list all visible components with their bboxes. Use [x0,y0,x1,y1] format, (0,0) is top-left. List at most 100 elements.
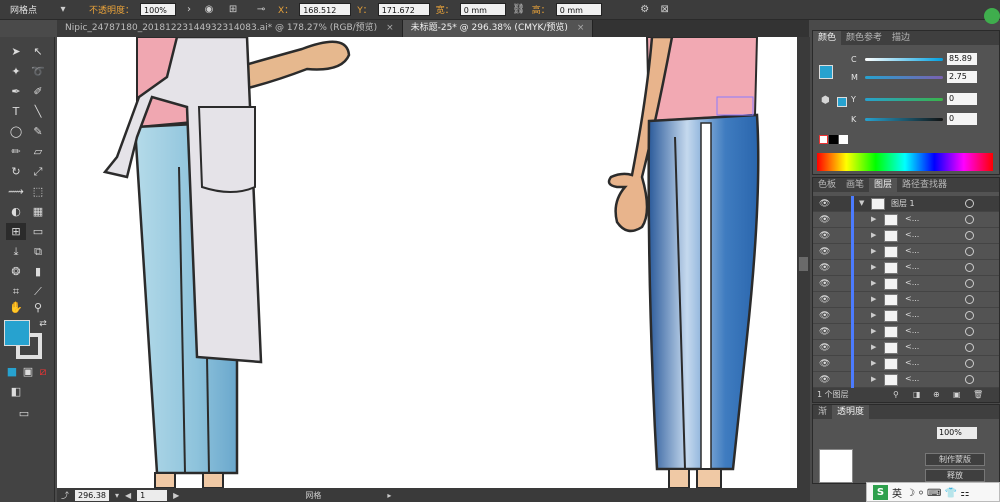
target-circle-icon[interactable] [965,311,974,320]
none-mode-icon[interactable]: ⧄ [33,363,53,380]
vertical-scrollbar[interactable] [797,37,810,488]
target-circle-icon[interactable] [965,263,974,272]
layer-row[interactable]: 👁 ▶ <... [813,260,999,276]
direct-selection-tool-icon[interactable]: ↖ [28,43,48,60]
page-field[interactable]: 1 [137,489,168,501]
layer-name[interactable]: <... [905,342,919,351]
screen-mode-icon[interactable]: ▭ [14,405,34,422]
tab-swatches[interactable]: 色板 [813,178,841,192]
visibility-eye-icon[interactable]: 👁 [819,295,830,305]
curvature-tool-icon[interactable]: ✐ [28,83,48,100]
align-icon[interactable]: ⊸ [250,3,272,16]
eraser-icon[interactable]: ▱ [28,143,48,160]
visibility-eye-icon[interactable]: 👁 [819,231,830,241]
zoom-tool-icon[interactable]: ⚲ [28,299,48,316]
chevron-down-icon[interactable]: ▾ [115,491,119,500]
tab-color-guide[interactable]: 颜色参考 [841,31,887,45]
transform-grid-icon[interactable]: ⊞ [222,3,244,16]
trash-icon[interactable]: 🗑 [973,388,983,402]
expand-triangle-icon[interactable]: ▼ [859,199,864,207]
link-icon[interactable]: ⛓ [512,3,526,16]
layer-row[interactable]: 👁 ▶ <... [813,356,999,372]
tab-nipic-document[interactable]: Nipic_24787180_20181223144932314083.ai* … [57,20,403,37]
mesh-tool-icon[interactable]: ⊞ [6,223,26,240]
selection-tool-icon[interactable]: ➤ [6,43,26,60]
chevron-right-icon[interactable]: ▸ [387,491,391,500]
dropdown-icon[interactable]: ▾ [43,3,83,16]
target-circle-icon[interactable] [965,231,974,240]
visibility-eye-icon[interactable]: 👁 [819,311,830,321]
layer-name[interactable]: <... [905,262,919,271]
expand-triangle-icon[interactable]: ▶ [871,263,876,271]
h-field[interactable]: 0 mm [555,3,602,16]
expand-triangle-icon[interactable]: ▶ [871,295,876,303]
close-icon[interactable]: × [386,23,394,33]
target-circle-icon[interactable] [965,199,974,208]
none-swatch[interactable] [819,135,828,144]
slider-track[interactable] [865,97,943,101]
layer-row[interactable]: 👁 ▶ <... [813,244,999,260]
prev-page-icon[interactable]: ◀ [125,491,131,500]
eyedropper-icon[interactable]: ⤓ [6,243,26,260]
tab-pathfinder[interactable]: 路径查找器 [897,178,952,192]
target-circle-icon[interactable] [965,215,974,224]
x-field[interactable]: 168.512 [299,3,352,16]
magic-wand-icon[interactable]: ✦ [6,63,26,80]
ime-toolbar[interactable]: S 英 ☽ ⸰ ⌨ 👕 ⚏ [866,482,1000,502]
new-sublayer-icon[interactable]: ⊕ [933,388,940,402]
target-circle-icon[interactable] [965,343,974,352]
w-field[interactable]: 0 mm [459,3,506,16]
make-mask-button[interactable]: 制作蒙版 [925,453,985,466]
layer-row[interactable]: 👁 ▶ <... [813,276,999,292]
slice-tool-icon[interactable]: ⟋ [28,283,48,300]
expand-triangle-icon[interactable]: ▶ [871,311,876,319]
channel-value[interactable]: 0 [947,93,977,105]
ellipse-tool-icon[interactable]: ◯ [6,123,26,140]
visibility-eye-icon[interactable]: 👁 [819,375,830,385]
draw-mode-icon[interactable]: ◧ [6,383,26,400]
channel-value[interactable]: 85.89 [947,53,977,65]
opacity-label[interactable]: 不透明度： [89,3,134,16]
visibility-eye-icon[interactable]: 👁 [819,359,830,369]
cube-icon[interactable]: ⬢ [821,95,830,106]
symbol-sprayer-icon[interactable]: ❂ [6,263,26,280]
recolor-icon[interactable]: ◉ [202,3,216,16]
slider-track[interactable] [865,57,943,61]
new-layer-icon[interactable]: ▣ [953,388,961,402]
pen-tool-icon[interactable]: ✒ [6,83,26,100]
tab-color[interactable]: 颜色 [813,31,842,45]
lasso-icon[interactable]: ➰ [28,63,48,80]
tab-untitled-25[interactable]: 未标题-25* @ 296.38% (CMYK/预览) × [402,20,594,37]
expand-triangle-icon[interactable]: ▶ [871,231,876,239]
locate-icon[interactable]: ⚲ [893,388,899,402]
target-circle-icon[interactable] [965,359,974,368]
pencil-icon[interactable]: ✏ [6,143,26,160]
expand-triangle-icon[interactable]: ▶ [871,327,876,335]
sogou-logo-icon[interactable]: S [873,484,888,500]
layer-row[interactable]: 👁 ▶ <... [813,228,999,244]
scale-icon[interactable]: ⤢ [28,163,48,180]
expand-triangle-icon[interactable]: ▶ [871,247,876,255]
layer-row[interactable]: 👁 ▶ <... [813,292,999,308]
make-clip-icon[interactable]: ◨ [913,388,921,402]
layer-name[interactable]: <... [905,214,919,223]
layer-name[interactable]: <... [905,230,919,239]
layer-name[interactable]: <... [905,310,919,319]
visibility-eye-icon[interactable]: 👁 [819,199,830,209]
target-circle-icon[interactable] [965,279,974,288]
hand-tool-icon[interactable]: ✋ [6,299,26,316]
status-indicator-icon[interactable] [984,8,1000,24]
target-circle-icon[interactable] [965,295,974,304]
layer-row[interactable]: 👁 ▶ <... [813,308,999,324]
visibility-eye-icon[interactable]: 👁 [819,215,830,225]
ime-icons[interactable]: ☽ ⸰ ⌨ 👕 ⚏ [906,485,969,499]
layer-name[interactable]: <... [905,374,919,383]
visibility-eye-icon[interactable]: 👁 [819,327,830,337]
color-spectrum[interactable] [817,153,993,171]
layer-row[interactable]: 👁 ▶ <... [813,340,999,356]
isolate-icon[interactable]: ⊠ [658,3,672,16]
slider-track[interactable] [865,75,943,79]
slider-y[interactable]: Y 0 [851,91,977,107]
y-field[interactable]: 171.672 [377,3,430,16]
target-circle-icon[interactable] [965,375,974,384]
